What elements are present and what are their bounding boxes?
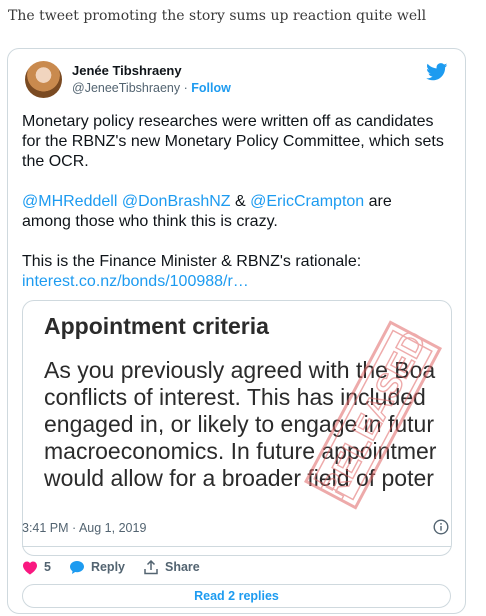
author-handle-row: @JeneeTibshraeny · Follow [72, 81, 231, 95]
share-upload-icon [144, 559, 158, 574]
like-count: 5 [44, 560, 51, 574]
mention-donbrashnz[interactable]: @DonBrashNZ [122, 193, 231, 210]
read-replies-button[interactable]: Read 2 replies [22, 584, 451, 608]
released-stamp: RELEASED [303, 320, 443, 510]
mention-mhreddell[interactable]: @MHReddell [22, 193, 117, 210]
separator-dot: · [183, 81, 188, 95]
tweet-actions: 5 Reply Share [22, 557, 218, 577]
tweet-paragraph-2: @MHReddell @DonBrashNZ & @EricCrampton a… [22, 192, 452, 232]
follow-link[interactable]: Follow [191, 81, 231, 95]
tweet-text: Monetary policy researches were written … [22, 112, 452, 292]
info-icon[interactable] [433, 519, 449, 535]
share-button[interactable]: Share [143, 559, 200, 575]
ampersand: & [235, 193, 246, 210]
embedded-tweet-card[interactable]: Jenée Tibshraeny @JeneeTibshraeny · Foll… [7, 48, 466, 614]
heart-icon [23, 561, 37, 574]
divider [22, 546, 451, 547]
document-heading: Appointment criteria [44, 313, 269, 339]
reply-label: Reply [90, 560, 125, 574]
share-label: Share [165, 560, 200, 574]
speech-bubble-icon [69, 560, 84, 574]
tweet-paragraph-3: This is the Finance Minister & RBNZ's ra… [22, 253, 362, 270]
author-handle[interactable]: @JeneeTibshraeny [72, 81, 180, 95]
mention-ericcrampton[interactable]: @EricCrampton [250, 193, 364, 210]
tweet-paragraph-1: Monetary policy researches were written … [22, 113, 444, 170]
like-button[interactable]: 5 [22, 560, 51, 575]
tweet-paragraph-2-line2: among those who think this is crazy. [22, 213, 278, 230]
author-avatar[interactable] [25, 61, 62, 98]
article-link[interactable]: interest.co.nz/bonds/100988/r… [22, 273, 249, 290]
twitter-bird-icon[interactable] [426, 63, 448, 81]
tweet-media-image[interactable]: Appointment criteria As you previously a… [22, 300, 452, 556]
reply-button[interactable]: Reply [69, 560, 125, 575]
author-name[interactable]: Jenée Tibshraeny [72, 63, 182, 78]
tweet-timestamp[interactable]: 3:41 PM · Aug 1, 2019 [22, 521, 146, 535]
intro-text: The tweet promoting the story sums up re… [8, 8, 427, 24]
tweet-paragraph-2-tail: are [368, 193, 392, 210]
